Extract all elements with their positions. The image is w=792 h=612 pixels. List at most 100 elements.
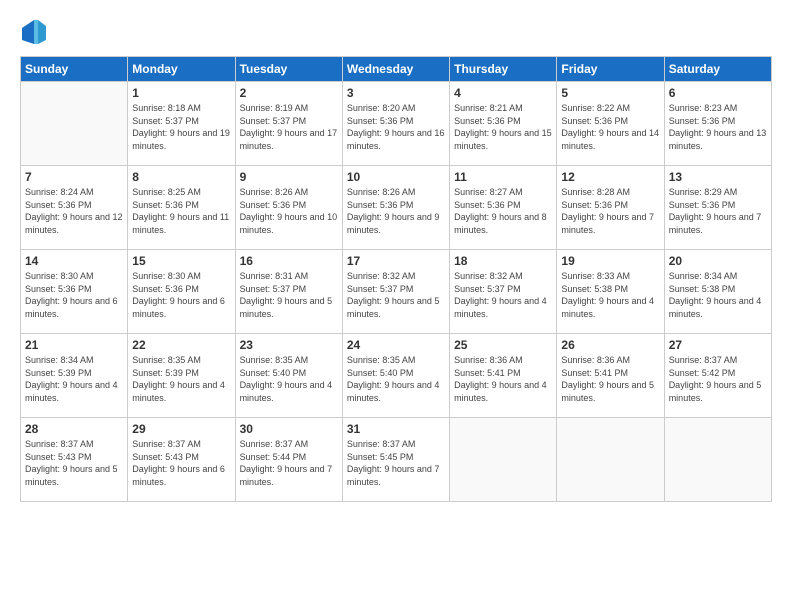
- day-info: Sunrise: 8:22 AMSunset: 5:36 PMDaylight:…: [561, 102, 659, 152]
- calendar-cell: 9 Sunrise: 8:26 AMSunset: 5:36 PMDaylight…: [235, 166, 342, 250]
- day-number: 3: [347, 86, 445, 100]
- calendar-cell: 30 Sunrise: 8:37 AMSunset: 5:44 PMDayligh…: [235, 418, 342, 502]
- calendar-cell: 19Sunrise: 8:33 AMSunset: 5:38 PMDayligh…: [557, 250, 664, 334]
- calendar-cell: 10 Sunrise: 8:26 AMSunset: 5:36 PMDayligh…: [342, 166, 449, 250]
- day-info: Sunrise: 8:21 AMSunset: 5:36 PMDaylight:…: [454, 102, 552, 152]
- col-header-monday: Monday: [128, 57, 235, 82]
- calendar-cell: 4 Sunrise: 8:21 AMSunset: 5:36 PMDaylight…: [450, 82, 557, 166]
- calendar-week-3: 21 Sunrise: 8:34 AMSunset: 5:39 PMDayligh…: [21, 334, 772, 418]
- calendar-cell: 1 Sunrise: 8:18 AMSunset: 5:37 PMDaylight…: [128, 82, 235, 166]
- day-number: 5: [561, 86, 659, 100]
- day-number: 6: [669, 86, 767, 100]
- day-number: 18: [454, 254, 552, 268]
- day-info: Sunrise: 8:30 AMSunset: 5:36 PMDaylight:…: [132, 270, 230, 320]
- day-number: 1: [132, 86, 230, 100]
- day-number: 23: [240, 338, 338, 352]
- day-number: 30: [240, 422, 338, 436]
- day-info: Sunrise: 8:26 AMSunset: 5:36 PMDaylight:…: [240, 186, 338, 236]
- calendar-cell: [21, 82, 128, 166]
- logo-icon: [20, 18, 48, 46]
- day-number: 28: [25, 422, 123, 436]
- day-info: Sunrise: 8:37 AMSunset: 5:44 PMDaylight:…: [240, 438, 338, 488]
- day-info: Sunrise: 8:35 AMSunset: 5:40 PMDaylight:…: [347, 354, 445, 404]
- calendar-cell: 29 Sunrise: 8:37 AMSunset: 5:43 PMDayligh…: [128, 418, 235, 502]
- day-info: Sunrise: 8:25 AMSunset: 5:36 PMDaylight:…: [132, 186, 230, 236]
- day-number: 7: [25, 170, 123, 184]
- day-info: Sunrise: 8:34 AMSunset: 5:39 PMDaylight:…: [25, 354, 123, 404]
- calendar-cell: 13 Sunrise: 8:29 AMSunset: 5:36 PMDayligh…: [664, 166, 771, 250]
- day-number: 14: [25, 254, 123, 268]
- day-info: Sunrise: 8:33 AMSunset: 5:38 PMDaylight:…: [561, 270, 659, 320]
- col-header-tuesday: Tuesday: [235, 57, 342, 82]
- logo: [20, 18, 50, 46]
- calendar-cell: 23 Sunrise: 8:35 AMSunset: 5:40 PMDayligh…: [235, 334, 342, 418]
- day-info: Sunrise: 8:23 AMSunset: 5:36 PMDaylight:…: [669, 102, 767, 152]
- col-header-friday: Friday: [557, 57, 664, 82]
- day-number: 16: [240, 254, 338, 268]
- calendar: SundayMondayTuesdayWednesdayThursdayFrid…: [20, 56, 772, 502]
- day-info: Sunrise: 8:37 AMSunset: 5:42 PMDaylight:…: [669, 354, 767, 404]
- calendar-cell: 12Sunrise: 8:28 AMSunset: 5:36 PMDayligh…: [557, 166, 664, 250]
- col-header-thursday: Thursday: [450, 57, 557, 82]
- day-number: 12: [561, 170, 659, 184]
- calendar-cell: 15 Sunrise: 8:30 AMSunset: 5:36 PMDayligh…: [128, 250, 235, 334]
- day-number: 15: [132, 254, 230, 268]
- col-header-sunday: Sunday: [21, 57, 128, 82]
- calendar-cell: 8 Sunrise: 8:25 AMSunset: 5:36 PMDaylight…: [128, 166, 235, 250]
- day-info: Sunrise: 8:27 AMSunset: 5:36 PMDaylight:…: [454, 186, 552, 236]
- day-info: Sunrise: 8:29 AMSunset: 5:36 PMDaylight:…: [669, 186, 767, 236]
- day-info: Sunrise: 8:24 AMSunset: 5:36 PMDaylight:…: [25, 186, 123, 236]
- day-info: Sunrise: 8:31 AMSunset: 5:37 PMDaylight:…: [240, 270, 338, 320]
- day-info: Sunrise: 8:20 AMSunset: 5:36 PMDaylight:…: [347, 102, 445, 152]
- calendar-cell: 3 Sunrise: 8:20 AMSunset: 5:36 PMDaylight…: [342, 82, 449, 166]
- day-info: Sunrise: 8:32 AMSunset: 5:37 PMDaylight:…: [347, 270, 445, 320]
- page: SundayMondayTuesdayWednesdayThursdayFrid…: [0, 0, 792, 612]
- calendar-cell: 27 Sunrise: 8:37 AMSunset: 5:42 PMDayligh…: [664, 334, 771, 418]
- calendar-cell: [557, 418, 664, 502]
- day-number: 9: [240, 170, 338, 184]
- calendar-cell: [450, 418, 557, 502]
- calendar-cell: 22 Sunrise: 8:35 AMSunset: 5:39 PMDayligh…: [128, 334, 235, 418]
- day-number: 22: [132, 338, 230, 352]
- calendar-cell: 26Sunrise: 8:36 AMSunset: 5:41 PMDayligh…: [557, 334, 664, 418]
- day-number: 21: [25, 338, 123, 352]
- calendar-cell: 14Sunrise: 8:30 AMSunset: 5:36 PMDayligh…: [21, 250, 128, 334]
- day-info: Sunrise: 8:36 AMSunset: 5:41 PMDaylight:…: [454, 354, 552, 404]
- calendar-header-row: SundayMondayTuesdayWednesdayThursdayFrid…: [21, 57, 772, 82]
- day-info: Sunrise: 8:37 AMSunset: 5:43 PMDaylight:…: [132, 438, 230, 488]
- calendar-cell: 5 Sunrise: 8:22 AMSunset: 5:36 PMDaylight…: [557, 82, 664, 166]
- calendar-cell: 16 Sunrise: 8:31 AMSunset: 5:37 PMDayligh…: [235, 250, 342, 334]
- header: [20, 18, 772, 46]
- calendar-cell: 11 Sunrise: 8:27 AMSunset: 5:36 PMDayligh…: [450, 166, 557, 250]
- day-number: 4: [454, 86, 552, 100]
- calendar-cell: 17 Sunrise: 8:32 AMSunset: 5:37 PMDayligh…: [342, 250, 449, 334]
- day-number: 10: [347, 170, 445, 184]
- day-info: Sunrise: 8:19 AMSunset: 5:37 PMDaylight:…: [240, 102, 338, 152]
- day-number: 8: [132, 170, 230, 184]
- day-number: 29: [132, 422, 230, 436]
- day-info: Sunrise: 8:18 AMSunset: 5:37 PMDaylight:…: [132, 102, 230, 152]
- day-number: 27: [669, 338, 767, 352]
- calendar-cell: 28 Sunrise: 8:37 AMSunset: 5:43 PMDayligh…: [21, 418, 128, 502]
- day-number: 17: [347, 254, 445, 268]
- day-number: 20: [669, 254, 767, 268]
- calendar-cell: 21 Sunrise: 8:34 AMSunset: 5:39 PMDayligh…: [21, 334, 128, 418]
- day-number: 11: [454, 170, 552, 184]
- day-info: Sunrise: 8:37 AMSunset: 5:43 PMDaylight:…: [25, 438, 123, 488]
- calendar-week-2: 14 Sunrise: 8:30 AMSunset: 5:36 PMDayligh…: [21, 250, 772, 334]
- calendar-week-0: 1 Sunrise: 8:18 AMSunset: 5:37 PMDaylight…: [21, 82, 772, 166]
- day-number: 13: [669, 170, 767, 184]
- calendar-cell: 24Sunrise: 8:35 AMSunset: 5:40 PMDayligh…: [342, 334, 449, 418]
- calendar-cell: 6 Sunrise: 8:23 AMSunset: 5:36 PMDaylight…: [664, 82, 771, 166]
- day-info: Sunrise: 8:35 AMSunset: 5:40 PMDaylight:…: [240, 354, 338, 404]
- calendar-cell: 25 Sunrise: 8:36 AMSunset: 5:41 PMDayligh…: [450, 334, 557, 418]
- calendar-cell: 2Sunrise: 8:19 AMSunset: 5:37 PMDaylight…: [235, 82, 342, 166]
- day-info: Sunrise: 8:26 AMSunset: 5:36 PMDaylight:…: [347, 186, 445, 236]
- calendar-cell: 7 Sunrise: 8:24 AMSunset: 5:36 PMDaylight…: [21, 166, 128, 250]
- day-number: 25: [454, 338, 552, 352]
- col-header-wednesday: Wednesday: [342, 57, 449, 82]
- calendar-cell: [664, 418, 771, 502]
- day-info: Sunrise: 8:35 AMSunset: 5:39 PMDaylight:…: [132, 354, 230, 404]
- calendar-cell: 20Sunrise: 8:34 AMSunset: 5:38 PMDayligh…: [664, 250, 771, 334]
- calendar-cell: 18Sunrise: 8:32 AMSunset: 5:37 PMDayligh…: [450, 250, 557, 334]
